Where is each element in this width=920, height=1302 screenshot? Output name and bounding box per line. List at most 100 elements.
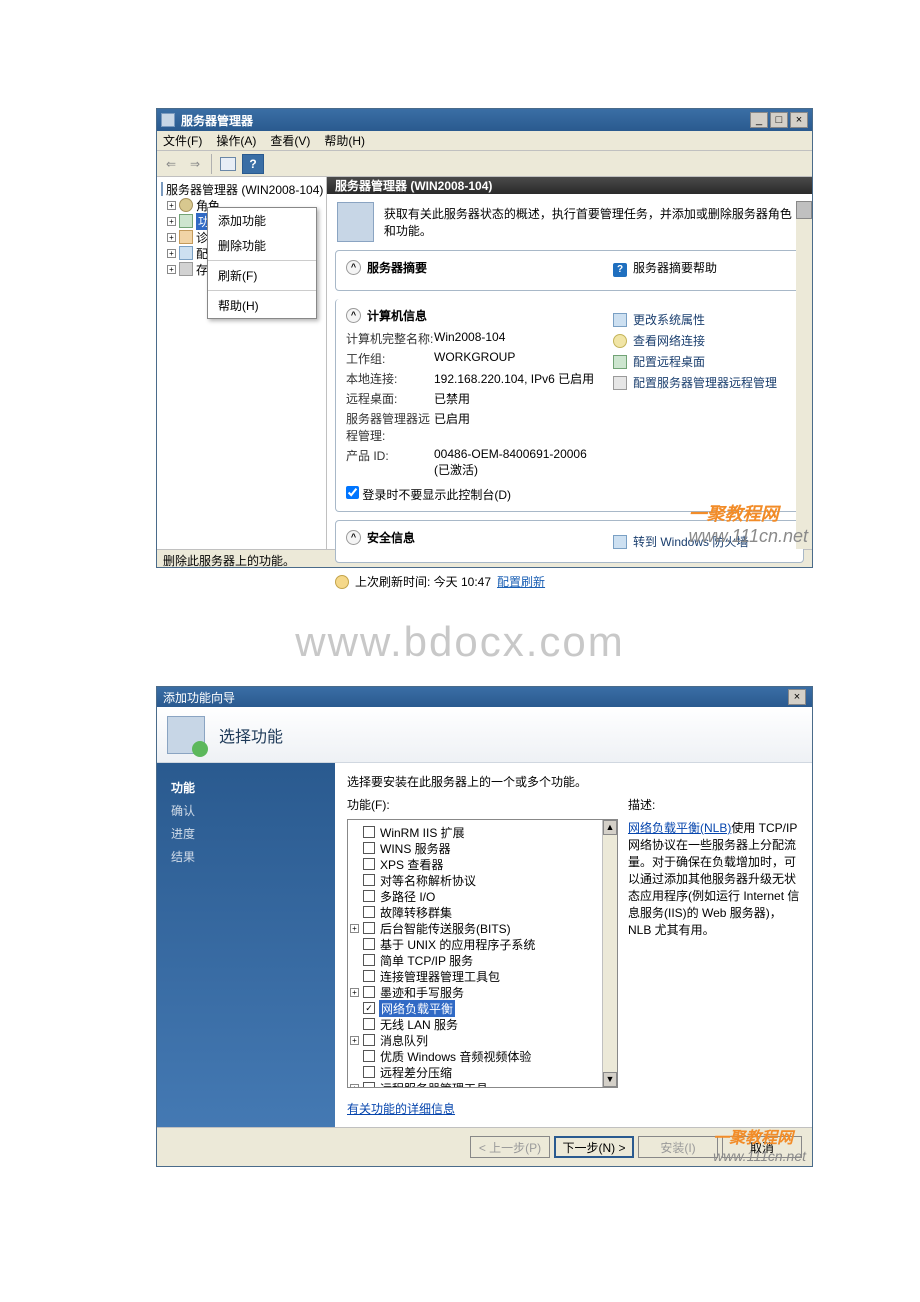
remote-mgmt-icon: [613, 376, 627, 390]
server-summary-title: 服务器摘要: [367, 259, 427, 276]
feature-desc-text: 使用 TCP/IP 网络协议在一些服务器上分配流量。对于确保在负载增加时，可以通…: [628, 821, 799, 937]
ctx-refresh[interactable]: 刷新(F): [208, 263, 316, 288]
feature-name: 多路径 I/O: [379, 888, 436, 905]
feature-checkbox[interactable]: [363, 1082, 375, 1087]
feature-checkbox[interactable]: [363, 1066, 375, 1078]
feature-checkbox[interactable]: [363, 874, 375, 886]
collapse-icon[interactable]: ^: [346, 308, 361, 323]
step-confirm[interactable]: 确认: [171, 802, 321, 819]
prev-button[interactable]: < 上一步(P): [470, 1136, 550, 1158]
feature-checkbox[interactable]: [363, 906, 375, 918]
feature-checkbox[interactable]: [363, 954, 375, 966]
feature-desc-link[interactable]: 网络负载平衡(NLB): [628, 821, 731, 835]
feature-item[interactable]: +消息队列: [350, 1032, 615, 1048]
feature-item[interactable]: +✓网络负载平衡: [350, 1000, 615, 1016]
configure-refresh-link[interactable]: 配置刷新: [497, 573, 545, 590]
feature-checkbox[interactable]: [363, 970, 375, 982]
vertical-scrollbar[interactable]: [796, 201, 812, 549]
help-button[interactable]: ?: [242, 154, 264, 174]
feature-item[interactable]: +远程服务器管理工具: [350, 1080, 615, 1087]
feature-item[interactable]: +优质 Windows 音频视频体验: [350, 1048, 615, 1064]
link-view-network[interactable]: 查看网络连接: [613, 332, 793, 349]
features-scrollbar[interactable]: ▲ ▼: [602, 820, 617, 1087]
feature-name: WinRM IIS 扩展: [379, 824, 466, 841]
feature-checkbox[interactable]: [363, 858, 375, 870]
feature-item[interactable]: +基于 UNIX 的应用程序子系统: [350, 936, 615, 952]
ctx-add-feature[interactable]: 添加功能: [208, 208, 316, 233]
scrollbar-thumb[interactable]: [796, 201, 812, 219]
feature-item[interactable]: + 墨迹和手写服务: [350, 984, 615, 1000]
ctx-remove-feature[interactable]: 删除功能: [208, 233, 316, 258]
computer-info-section: ^计算机信息 计算机完整名称:Win2008-104 工作组:WORKGROUP…: [335, 299, 804, 512]
link-change-system-props[interactable]: 更改系统属性: [613, 311, 793, 328]
feature-checkbox[interactable]: [363, 1050, 375, 1062]
menu-view[interactable]: 查看(V): [270, 132, 310, 149]
nav-back-button[interactable]: [161, 154, 181, 174]
maximize-button[interactable]: □: [770, 112, 788, 128]
collapse-icon[interactable]: ^: [346, 530, 361, 545]
install-button[interactable]: 安装(I): [638, 1136, 718, 1158]
feature-details-link[interactable]: 有关功能的详细信息: [347, 1100, 800, 1117]
feature-item[interactable]: +简单 TCP/IP 服务: [350, 952, 615, 968]
feature-checkbox[interactable]: [363, 922, 375, 934]
next-button[interactable]: 下一步(N) >: [554, 1136, 634, 1158]
scroll-up-button[interactable]: ▲: [603, 820, 617, 835]
wizard-footer: < 上一步(P) 下一步(N) > 安装(I) 取消 一聚教程网 www.111…: [157, 1127, 812, 1166]
link-config-remote-mgmt[interactable]: 配置服务器管理器远程管理: [613, 374, 793, 391]
feature-checkbox[interactable]: [363, 1034, 375, 1046]
feature-name: 对等名称解析协议: [379, 872, 477, 889]
show-hide-button[interactable]: [218, 154, 238, 174]
expand-icon[interactable]: +: [350, 1084, 359, 1088]
toolbar: ?: [157, 151, 812, 177]
menu-file[interactable]: 文件(F): [163, 132, 202, 149]
collapse-icon[interactable]: ^: [346, 260, 361, 275]
features-listbox[interactable]: +WinRM IIS 扩展+WINS 服务器+XPS 查看器+对等名称解析协议+…: [347, 819, 618, 1088]
close-button[interactable]: ×: [790, 112, 808, 128]
label-rdp: 远程桌面:: [346, 390, 434, 407]
feature-item[interactable]: +故障转移群集: [350, 904, 615, 920]
ctx-help[interactable]: 帮助(H): [208, 293, 316, 318]
feature-item[interactable]: +多路径 I/O: [350, 888, 615, 904]
hide-console-checkbox[interactable]: [346, 486, 359, 499]
nav-forward-button[interactable]: [185, 154, 205, 174]
expand-icon[interactable]: +: [350, 1036, 359, 1045]
scroll-down-button[interactable]: ▼: [603, 1072, 617, 1087]
feature-checkbox[interactable]: [363, 986, 375, 998]
menu-help[interactable]: 帮助(H): [324, 132, 365, 149]
wizard-title-bar[interactable]: 添加功能向导 ×: [157, 687, 812, 707]
feature-checkbox[interactable]: ✓: [363, 1002, 375, 1014]
rdp-icon: [613, 355, 627, 369]
step-result[interactable]: 结果: [171, 848, 321, 865]
feature-checkbox[interactable]: [363, 842, 375, 854]
feature-item[interactable]: +对等名称解析协议: [350, 872, 615, 888]
feature-item[interactable]: +无线 LAN 服务: [350, 1016, 615, 1032]
watermark-logo: 一聚教程网 www.111cn.net: [713, 1124, 806, 1164]
menu-action[interactable]: 操作(A): [216, 132, 256, 149]
feature-checkbox[interactable]: [363, 938, 375, 950]
title-bar[interactable]: 服务器管理器 _ □ ×: [157, 109, 812, 131]
feature-item[interactable]: +XPS 查看器: [350, 856, 615, 872]
feature-checkbox[interactable]: [363, 1018, 375, 1030]
feature-checkbox[interactable]: [363, 826, 375, 838]
content-pane: 服务器管理器 (WIN2008-104) 获取有关此服务器状态的概述，执行首要管…: [327, 177, 812, 549]
nav-tree[interactable]: 服务器管理器 (WIN2008-104) +角色 +功能 +诊断 +配置 +存储…: [157, 177, 327, 549]
feature-checkbox[interactable]: [363, 890, 375, 902]
feature-name: 墨迹和手写服务: [379, 984, 465, 1001]
step-progress[interactable]: 进度: [171, 825, 321, 842]
firewall-icon: [613, 535, 627, 549]
wizard-close-button[interactable]: ×: [788, 689, 806, 705]
feature-item[interactable]: +连接管理器管理工具包: [350, 968, 615, 984]
content-header: 服务器管理器 (WIN2008-104): [327, 177, 812, 194]
feature-item[interactable]: +后台智能传送服务(BITS): [350, 920, 615, 936]
step-features[interactable]: 功能: [171, 779, 321, 796]
server-summary-help-link[interactable]: ?服务器摘要帮助: [613, 259, 793, 277]
tree-root[interactable]: 服务器管理器 (WIN2008-104): [161, 181, 322, 197]
expand-icon[interactable]: +: [350, 988, 359, 997]
link-config-rdp[interactable]: 配置远程桌面: [613, 353, 793, 370]
minimize-button[interactable]: _: [750, 112, 768, 128]
feature-item[interactable]: +WINS 服务器: [350, 840, 615, 856]
expand-icon[interactable]: +: [350, 924, 359, 933]
feature-item[interactable]: +WinRM IIS 扩展: [350, 824, 615, 840]
feature-description: 网络负载平衡(NLB)使用 TCP/IP 网络协议在一些服务器上分配流量。对于确…: [628, 819, 800, 1088]
feature-item[interactable]: +远程差分压缩: [350, 1064, 615, 1080]
